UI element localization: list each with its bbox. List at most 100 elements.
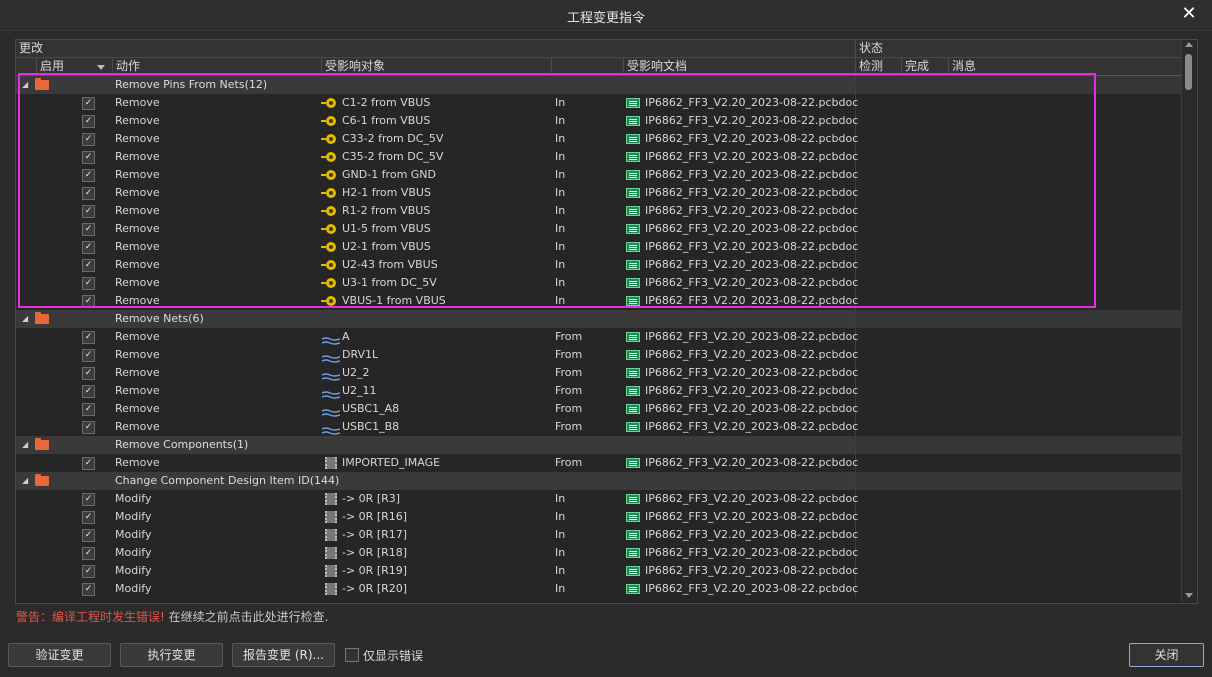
col-message[interactable]: 消息 [948, 58, 1182, 75]
sort-down-icon[interactable] [97, 65, 105, 70]
enable-checkbox[interactable]: ✓ [82, 331, 95, 344]
close-icon[interactable]: ✕ [1178, 3, 1200, 25]
status-cell [855, 148, 1182, 166]
pcb-document-icon [626, 368, 640, 378]
enable-checkbox[interactable]: ✓ [82, 151, 95, 164]
group-header-changes: 更改 [19, 41, 44, 55]
only-show-errors-label: 仅显示错误 [363, 649, 424, 663]
table-row[interactable]: ✓ Remove U1-5 from VBUS In IP6862_FF3_V2.20_… [16, 220, 1182, 238]
table-row[interactable]: ✓ Remove C35-2 from DC_5V In IP6862_FF3_V2.2… [16, 148, 1182, 166]
vertical-scrollbar[interactable] [1181, 40, 1196, 602]
table-row[interactable]: ✓ Modify -> 0R [R18] In IP6862_FF3_V2.20_202… [16, 544, 1182, 562]
table-row[interactable]: ✓ Remove A From IP6862_FF3_V2.20_2023-08-22.… [16, 328, 1182, 346]
table-row[interactable]: ✓ Modify -> 0R [R16] In IP6862_FF3_V2.20_202… [16, 508, 1182, 526]
scroll-down-icon[interactable] [1185, 593, 1193, 598]
table-row[interactable]: ✓ Remove USBC1_B8 From IP6862_FF3_V2.20_2023… [16, 418, 1182, 436]
checkbox-box[interactable] [345, 648, 359, 662]
warning-hint[interactable]: 在继续之前点击此处进行检查. [169, 610, 329, 624]
enable-checkbox[interactable]: ✓ [82, 133, 95, 146]
col-action[interactable]: 动作 [112, 58, 321, 75]
table-row[interactable]: ✓ Remove C1-2 from VBUS In IP6862_FF3_V2.20_… [16, 94, 1182, 112]
col-check[interactable]: 检测 [855, 58, 901, 75]
col-done[interactable]: 完成 [901, 58, 948, 75]
report-changes-button[interactable]: 报告变更 (R)... [232, 643, 335, 667]
col-direction[interactable] [551, 58, 623, 75]
enable-checkbox[interactable]: ✓ [82, 259, 95, 272]
table-row[interactable]: ✓ Remove C6-1 from VBUS In IP6862_FF3_V2.20_… [16, 112, 1182, 130]
execute-changes-button[interactable]: 执行变更 [120, 643, 223, 667]
action-cell: Modify [115, 510, 152, 523]
status-cell [855, 400, 1182, 418]
net-icon [321, 369, 341, 381]
enable-checkbox[interactable]: ✓ [82, 349, 95, 362]
warning-message[interactable]: 警告：编译工程时发生错误! 在继续之前点击此处进行检查. [16, 608, 328, 625]
enable-checkbox[interactable]: ✓ [82, 97, 95, 110]
expand-collapse-icon[interactable]: ◢ [22, 76, 32, 94]
table-row[interactable]: ✓ Remove U2_2 From IP6862_FF3_V2.20_2023-08-… [16, 364, 1182, 382]
table-row[interactable]: ✓ Remove U2-43 from VBUS In IP6862_FF3_V2.20… [16, 256, 1182, 274]
table-row[interactable]: ✓ Remove R1-2 from VBUS In IP6862_FF3_V2.20_… [16, 202, 1182, 220]
enable-checkbox[interactable]: ✓ [82, 367, 95, 380]
table-row[interactable]: ✓ Remove DRV1L From IP6862_FF3_V2.20_2023-08… [16, 346, 1182, 364]
table-row[interactable]: ✓ Remove C33-2 from DC_5V In IP6862_FF3_V2.2… [16, 130, 1182, 148]
col-enable-label: 启用 [40, 59, 65, 73]
table-row[interactable]: ✓ Modify -> 0R [R19] In IP6862_FF3_V2.20_202… [16, 562, 1182, 580]
table-row[interactable]: ✓ Remove U3-1 from DC_5V In IP6862_FF3_V2.20… [16, 274, 1182, 292]
group-row[interactable]: ◢ Remove Components(1) [16, 436, 1182, 454]
status-cell [855, 508, 1182, 526]
enable-checkbox[interactable]: ✓ [82, 547, 95, 560]
table-row[interactable]: ✓ Remove U2_11 From IP6862_FF3_V2.20_2023-08… [16, 382, 1182, 400]
table-row[interactable]: ✓ Remove IMPORTED_IMAGE From IP6862_FF3_V2.2… [16, 454, 1182, 472]
group-row[interactable]: ◢ Remove Pins From Nets(12) [16, 76, 1182, 94]
table-row[interactable]: ✓ Remove U2-1 from VBUS In IP6862_FF3_V2.20_… [16, 238, 1182, 256]
expand-collapse-icon[interactable]: ◢ [22, 472, 32, 490]
group-row[interactable]: ◢ Remove Nets(6) [16, 310, 1182, 328]
enable-checkbox[interactable]: ✓ [82, 421, 95, 434]
warning-label[interactable]: 警告：编译工程时发生错误! [16, 610, 165, 624]
table-row[interactable]: ✓ Remove USBC1_A8 From IP6862_FF3_V2.20_2023… [16, 400, 1182, 418]
enable-checkbox[interactable]: ✓ [82, 385, 95, 398]
scroll-up-icon[interactable] [1185, 42, 1193, 47]
validate-changes-button[interactable]: 验证变更 [8, 643, 111, 667]
enable-checkbox[interactable]: ✓ [82, 529, 95, 542]
status-cell [855, 184, 1182, 202]
action-cell: Remove [115, 258, 160, 271]
group-row[interactable]: ◢ Change Component Design Item ID(144) [16, 472, 1182, 490]
enable-checkbox[interactable]: ✓ [82, 205, 95, 218]
enable-checkbox[interactable]: ✓ [82, 403, 95, 416]
scroll-thumb[interactable] [1185, 54, 1192, 90]
table-row[interactable]: ✓ Modify -> 0R [R17] In IP6862_FF3_V2.20_202… [16, 526, 1182, 544]
col-affected-object[interactable]: 受影响对象 [321, 58, 551, 75]
enable-checkbox[interactable]: ✓ [82, 565, 95, 578]
status-cell [855, 328, 1182, 346]
enable-checkbox[interactable]: ✓ [82, 241, 95, 254]
enable-checkbox[interactable]: ✓ [82, 295, 95, 308]
folder-icon [35, 438, 49, 450]
enable-checkbox[interactable]: ✓ [82, 493, 95, 506]
table-row[interactable]: ✓ Remove H2-1 from VBUS In IP6862_FF3_V2.20_… [16, 184, 1182, 202]
expand-collapse-icon[interactable]: ◢ [22, 436, 32, 454]
enable-checkbox[interactable]: ✓ [82, 115, 95, 128]
pcb-document-icon [626, 278, 640, 288]
enable-checkbox[interactable]: ✓ [82, 583, 95, 596]
col-affected-document[interactable]: 受影响文档 [623, 58, 855, 75]
enable-checkbox[interactable]: ✓ [82, 511, 95, 524]
status-cell [855, 256, 1182, 274]
table-row[interactable]: ✓ Remove VBUS-1 from VBUS In IP6862_FF3_V2.2… [16, 292, 1182, 310]
close-button[interactable]: 关闭 [1129, 643, 1204, 667]
direction-cell: In [555, 294, 566, 307]
pcb-document-icon [626, 260, 640, 270]
table-row[interactable]: ✓ Modify -> 0R [R3] In IP6862_FF3_V2.20_2023… [16, 490, 1182, 508]
expand-collapse-icon[interactable]: ◢ [22, 310, 32, 328]
enable-checkbox[interactable]: ✓ [82, 169, 95, 182]
col-enable[interactable]: 启用 [36, 58, 112, 75]
enable-checkbox[interactable]: ✓ [82, 223, 95, 236]
pin-icon [321, 242, 336, 252]
table-row[interactable]: ✓ Modify -> 0R [R20] In IP6862_FF3_V2.20_202… [16, 580, 1182, 598]
enable-checkbox[interactable]: ✓ [82, 187, 95, 200]
enable-checkbox[interactable]: ✓ [82, 457, 95, 470]
group-header-row: 更改 状态 [16, 40, 1182, 58]
pin-icon [321, 134, 336, 144]
table-row[interactable]: ✓ Remove GND-1 from GND In IP6862_FF3_V2.20_… [16, 166, 1182, 184]
enable-checkbox[interactable]: ✓ [82, 277, 95, 290]
